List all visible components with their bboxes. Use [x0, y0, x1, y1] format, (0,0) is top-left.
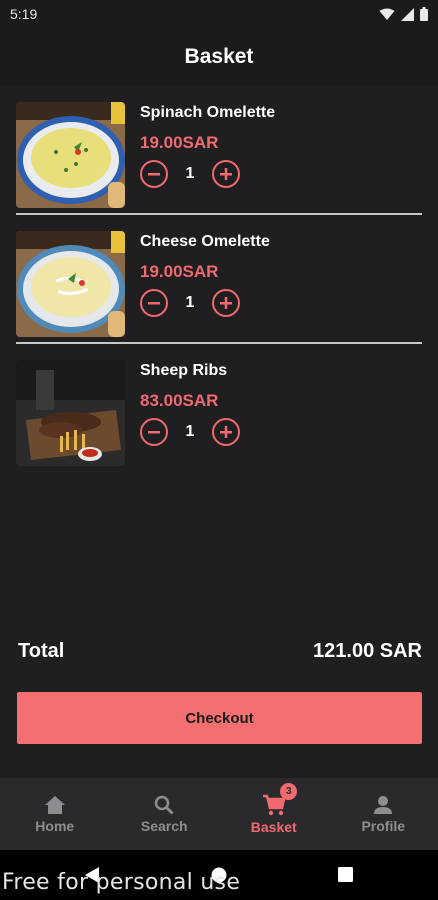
- total-row: Total 121.00 SAR: [18, 640, 422, 663]
- plus-icon: [220, 168, 232, 180]
- item-image-sheep-ribs: [16, 360, 125, 466]
- plus-icon: [220, 426, 232, 438]
- decrease-button[interactable]: [140, 418, 168, 446]
- item-name: Spinach Omelette: [140, 104, 276, 121]
- item-price: 83.00SAR: [140, 391, 219, 410]
- quantity-stepper: 1: [140, 418, 240, 446]
- item-name: Sheep Ribs: [140, 362, 228, 379]
- quantity-stepper: 1: [140, 160, 240, 188]
- quantity-stepper: 1: [140, 289, 240, 317]
- home-icon: [44, 795, 65, 814]
- person-icon: [374, 795, 393, 814]
- nav-item-basket[interactable]: 3 Basket: [219, 778, 329, 850]
- increase-button[interactable]: [212, 289, 240, 317]
- page-title: Basket: [184, 45, 254, 68]
- nav-label-home: Home: [35, 817, 75, 834]
- nav-label-profile: Profile: [361, 817, 406, 834]
- nav-item-search[interactable]: Search: [110, 778, 220, 850]
- basket-item: Sheep Ribs 83.00SAR 1: [16, 344, 422, 473]
- total-label: Total: [18, 640, 65, 662]
- nav-item-home[interactable]: Home: [0, 778, 110, 850]
- search-icon: [155, 795, 174, 814]
- signal-icon: [401, 7, 414, 21]
- status-icons: [379, 7, 428, 21]
- decrease-button[interactable]: [140, 160, 168, 188]
- item-image-spinach-omelette: [16, 102, 125, 208]
- status-time: 5:19: [10, 6, 38, 22]
- item-price: 19.00SAR: [140, 262, 219, 281]
- total-value: 121.00 SAR: [313, 640, 422, 662]
- nav-label-search: Search: [140, 817, 188, 834]
- quantity-value: 1: [185, 423, 195, 440]
- battery-icon: [420, 7, 428, 21]
- quantity-value: 1: [185, 165, 195, 182]
- item-price: 19.00SAR: [140, 133, 219, 152]
- minus-icon: [148, 173, 160, 176]
- increase-button[interactable]: [212, 160, 240, 188]
- recents-icon[interactable]: [338, 867, 353, 882]
- basket-item: Cheese Omelette 19.00SAR 1: [16, 215, 422, 344]
- status-bar: 5:19: [0, 0, 438, 28]
- cart-badge: 3: [280, 783, 298, 800]
- nav-item-profile[interactable]: Profile: [329, 778, 438, 850]
- quantity-value: 1: [185, 294, 195, 311]
- increase-button[interactable]: [212, 418, 240, 446]
- item-image-cheese-omelette: [16, 231, 125, 337]
- decrease-button[interactable]: [140, 289, 168, 317]
- basket-item: Spinach Omelette 19.00SAR 1: [16, 86, 422, 215]
- bottom-nav: Home Search 3 Basket Profile: [0, 778, 438, 850]
- nav-label-basket: Basket: [250, 818, 297, 835]
- plus-icon: [220, 297, 232, 309]
- watermark-text: Free for personal use: [2, 870, 241, 895]
- app-bar: Basket: [0, 28, 438, 86]
- wifi-icon: [379, 8, 395, 20]
- checkout-button[interactable]: Checkout: [17, 692, 422, 744]
- minus-icon: [148, 302, 160, 305]
- minus-icon: [148, 431, 160, 434]
- item-name: Cheese Omelette: [140, 233, 270, 250]
